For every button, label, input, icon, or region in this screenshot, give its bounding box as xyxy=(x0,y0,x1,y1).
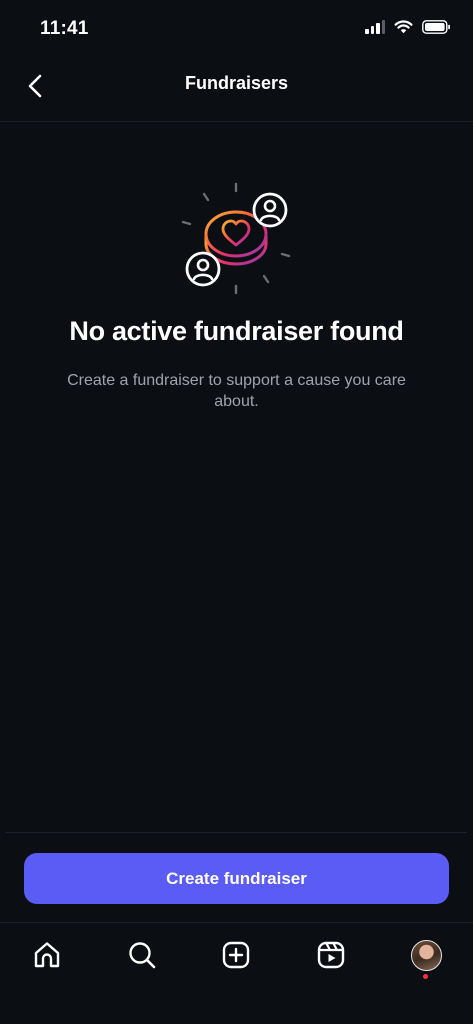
wifi-icon xyxy=(394,20,413,34)
page-title: Fundraisers xyxy=(184,73,289,93)
divider xyxy=(6,832,467,833)
status-time: 11:41 xyxy=(40,18,89,39)
cellular-signal-icon xyxy=(365,20,385,34)
tab-profile[interactable] xyxy=(408,937,444,973)
empty-state-title: No active fundraiser found xyxy=(69,316,404,346)
create-post-icon xyxy=(222,941,250,969)
reels-icon xyxy=(317,941,345,969)
tab-search[interactable] xyxy=(124,937,160,973)
create-fundraiser-button[interactable]: Create fundraiser xyxy=(24,853,449,904)
battery-icon xyxy=(422,20,450,34)
status-bar: 11:41 xyxy=(0,0,473,60)
profile-avatar xyxy=(410,939,442,971)
search-icon xyxy=(129,942,156,969)
navigation-header: Fundraisers xyxy=(0,60,473,122)
tab-home[interactable] xyxy=(29,937,65,973)
home-icon xyxy=(34,942,60,968)
fundraiser-coin-illustration-icon xyxy=(181,182,291,295)
status-icons xyxy=(365,20,451,34)
empty-state-subtitle: Create a fundraiser to support a cause y… xyxy=(67,372,406,410)
tab-create[interactable] xyxy=(218,937,254,973)
bottom-tab-bar xyxy=(0,922,473,1024)
notification-dot xyxy=(423,974,428,979)
tab-reels[interactable] xyxy=(313,937,349,973)
